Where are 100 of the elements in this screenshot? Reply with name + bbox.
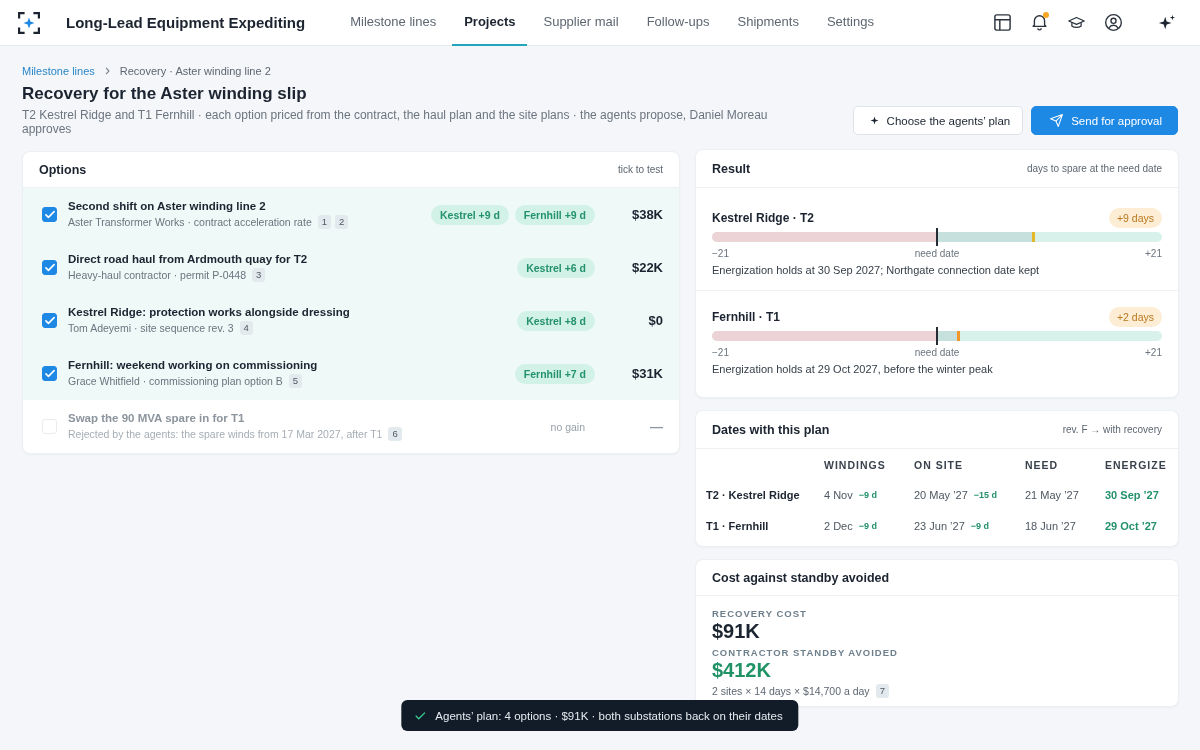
checkmark-icon: [44, 210, 55, 219]
citation-tag[interactable]: 2: [335, 215, 349, 229]
site-label: T1 · Fernhill: [706, 518, 770, 534]
column-header: WINDINGS: [824, 458, 887, 473]
days-badge: +2 days: [1108, 307, 1162, 327]
site-name: Fernhill · T1: [712, 310, 780, 324]
checkbox[interactable]: [42, 260, 57, 275]
panel-title: Dates with this plan: [712, 422, 830, 437]
citation-tag[interactable]: 7: [875, 684, 889, 698]
panel-hint: rev. F → with recovery: [1062, 424, 1162, 435]
option-cost: $22K: [630, 260, 663, 275]
column-header: ON SITE: [914, 458, 964, 473]
app-title: Long-Lead Equipment Expediting: [66, 14, 306, 31]
option-detail: Tom Adeyemi · site sequence rev. 3: [68, 322, 234, 334]
checkmark-icon: [44, 263, 55, 272]
metric-label: RECOVERY COST: [712, 608, 808, 619]
metric-note: 2 sites × 14 days × $14,700 a day: [712, 685, 870, 697]
citation-tag[interactable]: 4: [239, 321, 253, 335]
option-cost: $38K: [630, 207, 663, 222]
need-date: 18 Jun ’27: [1025, 518, 1077, 534]
scale-max: +21: [1145, 248, 1162, 259]
citation-tag[interactable]: 5: [288, 374, 303, 388]
panel-title: Cost against standby avoided: [712, 570, 890, 585]
windings-date: 4 Nov: [824, 488, 853, 501]
citation-tag[interactable]: 3: [252, 268, 266, 282]
gain-note: no gain: [550, 420, 585, 433]
action-button[interactable]: Choose the agents’ plan: [852, 106, 1024, 135]
site-note: Energization holds at 30 Sep 2027; Northgate connection date kept: [712, 264, 1041, 276]
option-title: Kestrel Ridge: protection works alongside dressing: [68, 306, 351, 318]
check-icon: [415, 711, 426, 720]
page-subtitle: T2 Kestrel Ridge and T1 Fernhill · each option priced from the contract, the haul plan and the site plans · the agents propose, Daniel Moreau approves: [22, 108, 769, 136]
chevron-right-icon: [104, 67, 110, 75]
metric-value: $91K: [712, 620, 761, 642]
gain-tag: Fernhill +9 d: [514, 204, 595, 225]
on-site-date: 20 May ’27: [914, 488, 968, 501]
nav-tab[interactable]: Follow-ups: [634, 0, 722, 46]
energize-date: 29 Oct ’27: [1105, 518, 1158, 534]
send-icon: [1050, 114, 1064, 127]
scale-mid: need date: [914, 248, 960, 259]
nav-tab[interactable]: Supplier mail: [531, 0, 631, 46]
option-detail: Grace Whitfield · commissioning plan option B: [68, 375, 283, 387]
panel-title: Options: [39, 162, 87, 177]
gain-tag: Kestrel +8 d: [517, 310, 595, 331]
metric-value: $412K: [712, 659, 772, 681]
checkmark-icon: [44, 316, 55, 325]
breadcrumb-current: Recovery · Aster winding line 2: [119, 65, 271, 77]
panel-title: Result: [712, 161, 751, 176]
site-name: Kestrel Ridge · T2: [712, 211, 815, 225]
checkmark-icon: [44, 369, 55, 378]
option-detail: Rejected by the agents: the spare winds from 17 Mar 2027, after T1: [68, 428, 383, 440]
need-date-line: [936, 228, 938, 246]
layout-icon[interactable]: [994, 14, 1011, 31]
column-header: ENERGIZE: [1105, 458, 1168, 473]
citation-tag[interactable]: 1: [317, 215, 332, 229]
column-header: NEED: [1025, 458, 1060, 473]
nav-tab[interactable]: Settings: [814, 0, 886, 46]
panel-hint: tick to test: [618, 164, 663, 175]
windings-date: 2 Dec: [824, 519, 853, 532]
nav-tab[interactable]: Projects: [452, 0, 528, 46]
option-cost: —: [649, 419, 663, 434]
nav-tab[interactable]: Shipments: [725, 0, 811, 46]
site-label: T2 · Kestrel Ridge: [706, 487, 801, 503]
gain-tag: Kestrel +9 d: [431, 204, 509, 225]
date-shift: −15 d: [973, 489, 998, 500]
scale-min: −21: [712, 248, 729, 259]
option-cost: $31K: [630, 366, 663, 381]
option-title: Direct road haul from Ardmouth quay for T2: [68, 253, 309, 265]
option-title: Fernhill: weekend working on commissioning: [68, 359, 319, 371]
gain-tag: Kestrel +6 d: [517, 257, 595, 278]
graduation-cap-icon[interactable]: [1068, 14, 1085, 31]
option-title: Second shift on Aster winding line 2: [68, 200, 267, 212]
site-note: Energization holds at 29 Oct 2027, before the winter peak: [712, 363, 994, 375]
need-date: 21 May ’27: [1025, 487, 1080, 503]
bell-icon[interactable]: [1031, 14, 1048, 31]
checkbox[interactable]: [42, 207, 57, 222]
option-detail: Aster Transformer Works · contract acceleration rate: [68, 216, 312, 228]
action-button[interactable]: Send for approval: [1031, 106, 1178, 135]
checkbox[interactable]: [42, 366, 57, 381]
date-shift: −9 d: [970, 520, 990, 531]
days-badge: +9 days: [1108, 208, 1162, 228]
user-icon[interactable]: [1105, 14, 1122, 31]
metric-label: CONTRACTOR STANDBY AVOIDED: [712, 647, 899, 658]
option-title: Swap the 90 MVA spare in for T1: [68, 412, 246, 424]
panel-hint: days to spare at the need date: [1026, 163, 1162, 174]
energize-date: 30 Sep ’27: [1105, 487, 1160, 503]
need-date-line: [936, 327, 938, 345]
breadcrumb-link[interactable]: Milestone lines: [22, 65, 95, 77]
gain-tag: Fernhill +7 d: [514, 363, 595, 384]
option-cost: $0: [647, 313, 663, 328]
on-site-date: 23 Jun ’27: [914, 519, 965, 532]
checkbox[interactable]: [42, 313, 57, 328]
scale-min: −21: [712, 347, 729, 358]
nav-tab[interactable]: Milestone lines: [338, 0, 449, 46]
sparkle-icon: [869, 116, 879, 125]
date-shift: −9 d: [858, 489, 877, 500]
scale-max: +21: [1145, 347, 1162, 358]
date-shift: −9 d: [858, 520, 877, 531]
option-detail: Heavy-haul contractor · permit P-0448: [68, 269, 246, 281]
page-title: Recovery for the Aster winding slip: [22, 84, 308, 104]
logo-icon: [18, 11, 40, 34]
